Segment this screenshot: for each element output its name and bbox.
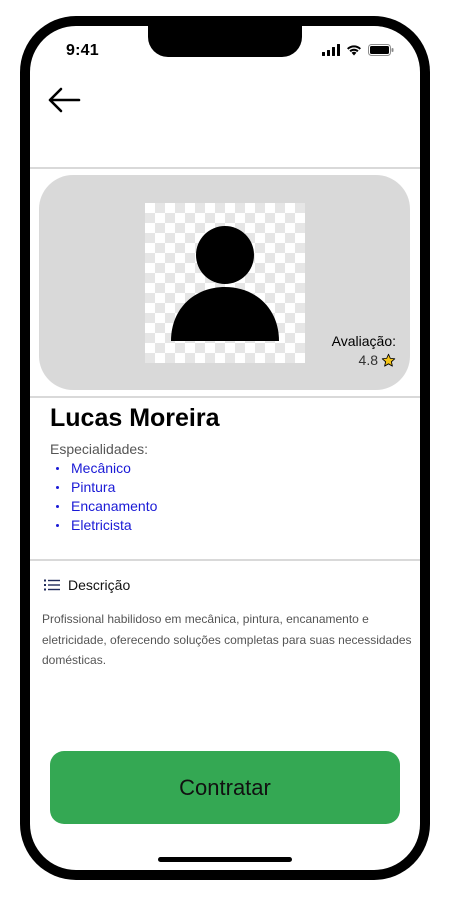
photo-divider (30, 396, 420, 398)
rating-label: Avaliação: (331, 333, 396, 349)
specialty-item[interactable]: Mecânico (56, 459, 157, 478)
specialty-label: Encanamento (71, 498, 158, 514)
specialties-title: Especialidades: (50, 441, 149, 457)
specialty-item[interactable]: Pintura (56, 478, 157, 497)
bullet (56, 486, 59, 489)
status-time: 9:41 (66, 42, 99, 59)
profile-photo-card: Avaliação: 4.8 (39, 175, 410, 390)
description-text: Profissional habilidoso em mecânica, pin… (42, 612, 412, 667)
hire-button[interactable]: Contratar (50, 751, 400, 824)
rating-value: 4.8 (358, 352, 378, 368)
list-icon (44, 579, 60, 591)
specialty-label: Eletricista (71, 517, 132, 533)
battery-icon (368, 44, 394, 56)
user-avatar-icon (171, 226, 279, 341)
hire-button-label: Contratar (179, 774, 271, 800)
description-title: Descrição (68, 577, 131, 593)
bullet (56, 524, 59, 527)
back-button[interactable] (46, 84, 86, 116)
app-screen: 9:41 Avaliação: 4.8 Lucas Moreira Especi… (30, 26, 420, 870)
arrow-left-icon (48, 87, 81, 113)
cellular-signal-icon (322, 44, 340, 56)
specialties-divider (30, 559, 420, 561)
device-notch (148, 26, 302, 57)
wifi-icon (347, 45, 361, 56)
specialty-label: Pintura (71, 479, 116, 495)
description-header: Descrição (44, 577, 130, 593)
profile-photo (145, 203, 305, 363)
header-divider (30, 167, 420, 169)
star-icon (381, 353, 396, 367)
professional-name: Lucas Moreira (50, 404, 220, 432)
status-icons (322, 44, 394, 56)
rating-block: Avaliação: 4.8 (332, 333, 396, 368)
specialties-list: Mecânico Pintura Encanamento Eletricista (56, 459, 157, 535)
specialty-label: Mecânico (71, 460, 131, 476)
home-indicator[interactable] (158, 857, 292, 862)
specialty-item[interactable]: Encanamento (56, 497, 157, 516)
bullet (56, 467, 59, 470)
bullet (56, 505, 59, 508)
specialty-item[interactable]: Eletricista (56, 516, 157, 535)
